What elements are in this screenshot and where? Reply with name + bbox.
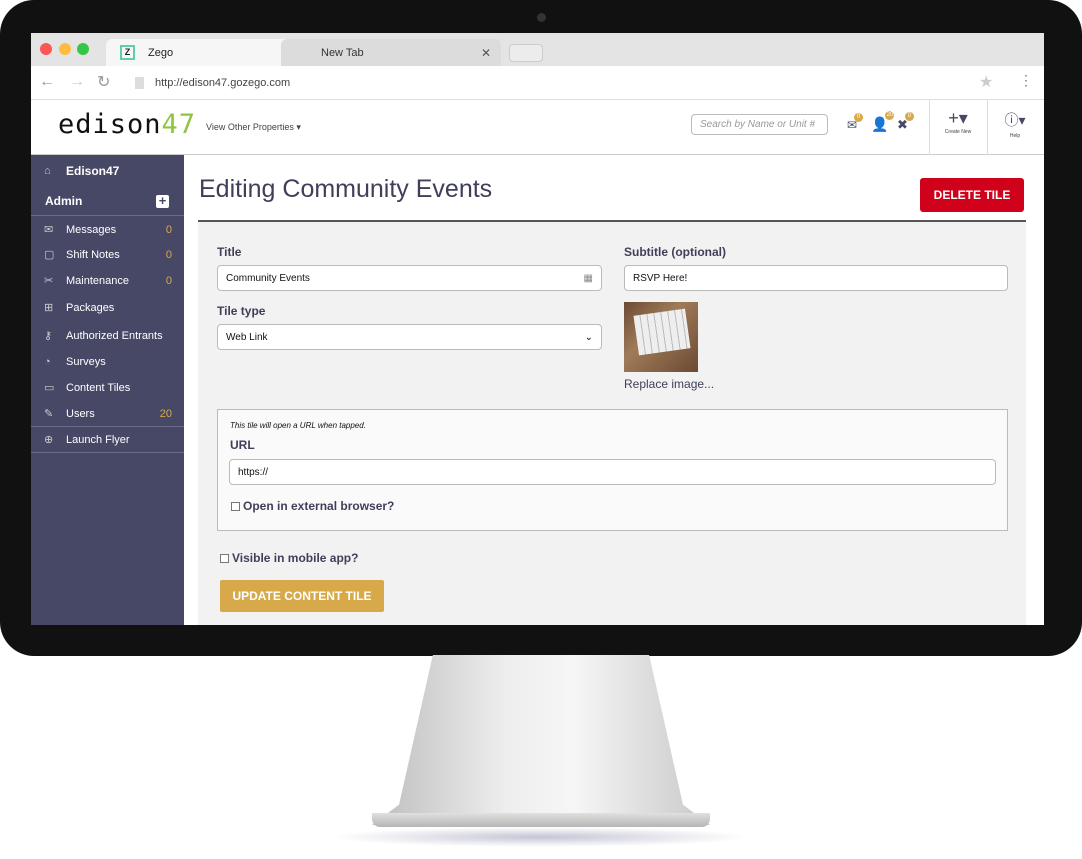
pie-chart-icon: ◔	[44, 356, 51, 368]
add-icon[interactable]: +	[156, 194, 169, 208]
download-icon: ⊕	[44, 434, 54, 446]
divider	[987, 100, 988, 155]
sidebar-item-count: 0	[165, 249, 172, 261]
view-other-properties-dropdown[interactable]: View Other Properties ▾	[206, 122, 301, 133]
tiles-icon: ▭	[44, 382, 55, 394]
delete-tile-button[interactable]: DELETE TILE	[920, 178, 1024, 212]
stand-shadow	[330, 827, 750, 847]
package-icon: ⊞	[44, 302, 54, 314]
monitor-stand	[372, 655, 710, 825]
url-field[interactable]: http://edison47.gozego.com	[155, 77, 290, 89]
create-new-button[interactable]: +▾ Create New	[931, 108, 985, 135]
maintenance-icon[interactable]: ✖ 0	[897, 112, 914, 133]
subtitle-input[interactable]: RSVP Here!	[624, 265, 1008, 291]
back-icon[interactable]: ←	[39, 73, 55, 91]
sidebar: ⌂ Edison47 Admin + ✉ Messages 0 ▢ Shift Notes…	[31, 155, 184, 625]
tile-type-select[interactable]: Web Link ⌄	[217, 324, 602, 350]
visible-in-app-checkbox[interactable]: Visible in mobile app?	[220, 551, 358, 565]
forward-icon[interactable]: →	[69, 73, 85, 91]
close-window-button[interactable]	[40, 43, 52, 55]
note-icon: ▢	[44, 249, 55, 261]
sidebar-item-users[interactable]: ✎ Users 20	[31, 402, 184, 427]
sidebar-item-maintenance[interactable]: ✂ Maintenance 0	[31, 269, 184, 294]
sidebar-item-count: 0	[165, 275, 172, 287]
logo[interactable]: edison47	[58, 109, 196, 140]
sidebar-item-surveys[interactable]: ◔ Surveys	[31, 350, 184, 375]
sidebar-item-packages[interactable]: ⊞ Packages	[31, 296, 184, 321]
home-icon: ⌂	[44, 165, 51, 177]
sidebar-item-count: 20	[159, 408, 172, 420]
tile-image	[624, 302, 698, 372]
form-panel: Title Community Events ▦ Tile type Web Li…	[198, 222, 1026, 625]
sidebar-item-label: Maintenance	[66, 275, 129, 287]
hint-text: This tile will open a URL when tapped.	[230, 421, 366, 430]
new-tab-button[interactable]	[509, 44, 543, 62]
address-bar: ← → ↻ http://edison47.gozego.com ★ ⋮	[31, 66, 1044, 100]
sidebar-item-count: 0	[165, 224, 172, 236]
key-icon: ⚷	[44, 330, 53, 342]
tab-new-tab[interactable]: New Tab ✕	[281, 39, 501, 66]
tile-type-label: Tile type	[217, 304, 266, 318]
sidebar-admin: Admin +	[31, 189, 184, 214]
sidebar-item-label: Authorized Entrants	[66, 330, 163, 342]
chevron-down-icon: ⌄	[584, 331, 593, 343]
sidebar-item-label: Packages	[66, 302, 115, 314]
url-label: URL	[230, 438, 255, 452]
sidebar-item-content-tiles[interactable]: ▭ Content Tiles	[31, 376, 184, 401]
web-link-options: This tile will open a URL when tapped. U…	[217, 409, 1008, 531]
title-input[interactable]: Community Events ▦	[217, 265, 602, 291]
update-content-tile-button[interactable]: UPDATE CONTENT TILE	[220, 580, 384, 612]
zego-favicon-icon: Z	[120, 45, 135, 60]
emoji-picker-icon: ▦	[583, 272, 593, 284]
monitor-base	[372, 813, 710, 827]
app-header: edison47 View Other Properties ▾ Search …	[31, 100, 1044, 155]
messages-icon[interactable]: ✉ 0	[847, 113, 864, 132]
tab-bar: Z Zego ✕ New Tab ✕	[31, 33, 1044, 66]
minimize-window-button[interactable]	[59, 43, 71, 55]
help-button[interactable]: ⓘ▾ Help	[989, 110, 1041, 139]
sidebar-item-shift-notes[interactable]: ▢ Shift Notes 0	[31, 243, 184, 268]
sidebar-item-launch-flyer[interactable]: ⊕ Launch Flyer	[31, 428, 184, 453]
envelope-icon: ✉	[44, 224, 54, 236]
tab-label: Zego	[148, 47, 174, 59]
external-browser-checkbox[interactable]: Open in external browser?	[231, 499, 394, 513]
bookmark-star-icon[interactable]: ★	[979, 72, 993, 92]
page-title: Editing Community Events	[199, 175, 493, 203]
screen: Z Zego ✕ New Tab ✕ ← → ↻ http://edison47…	[31, 33, 1044, 625]
url-input[interactable]: https://	[229, 459, 996, 485]
reload-icon[interactable]: ↻	[97, 72, 110, 92]
calendar-image	[633, 308, 691, 356]
sidebar-item-label: Users	[66, 408, 95, 420]
sidebar-item-label: Shift Notes	[66, 249, 120, 261]
tools-icon: ✂	[44, 275, 54, 287]
sidebar-property[interactable]: ⌂ Edison47	[31, 159, 184, 184]
page-icon	[135, 77, 144, 89]
menu-icon[interactable]: ⋮	[1019, 72, 1033, 89]
search-input[interactable]: Search by Name or Unit #	[691, 114, 828, 135]
sidebar-item-label: Content Tiles	[66, 382, 131, 394]
tab-zego[interactable]: Z Zego ✕	[106, 39, 306, 66]
sidebar-item-authorized-entrants[interactable]: ⚷ Authorized Entrants	[31, 324, 184, 349]
subtitle-label: Subtitle (optional)	[624, 245, 726, 259]
main-content: Editing Community Events DELETE TILE Tit…	[184, 155, 1044, 625]
pencil-icon: ✎	[44, 408, 54, 420]
sidebar-item-messages[interactable]: ✉ Messages 0	[31, 218, 184, 243]
title-label: Title	[217, 245, 242, 259]
users-icon[interactable]: 👤 20	[871, 111, 895, 133]
tab-label: New Tab	[321, 47, 364, 59]
maximize-window-button[interactable]	[77, 43, 89, 55]
close-tab-icon[interactable]: ✕	[481, 46, 491, 60]
checkbox	[231, 501, 240, 511]
divider	[929, 100, 930, 155]
plus-icon: +▾	[948, 108, 968, 128]
replace-image-link[interactable]: Replace image...	[624, 377, 714, 391]
sidebar-item-label: Messages	[66, 224, 117, 236]
sidebar-item-label: Surveys	[66, 356, 106, 368]
checkbox	[220, 553, 229, 563]
help-icon: ⓘ▾	[1004, 112, 1026, 128]
camera	[537, 13, 546, 22]
